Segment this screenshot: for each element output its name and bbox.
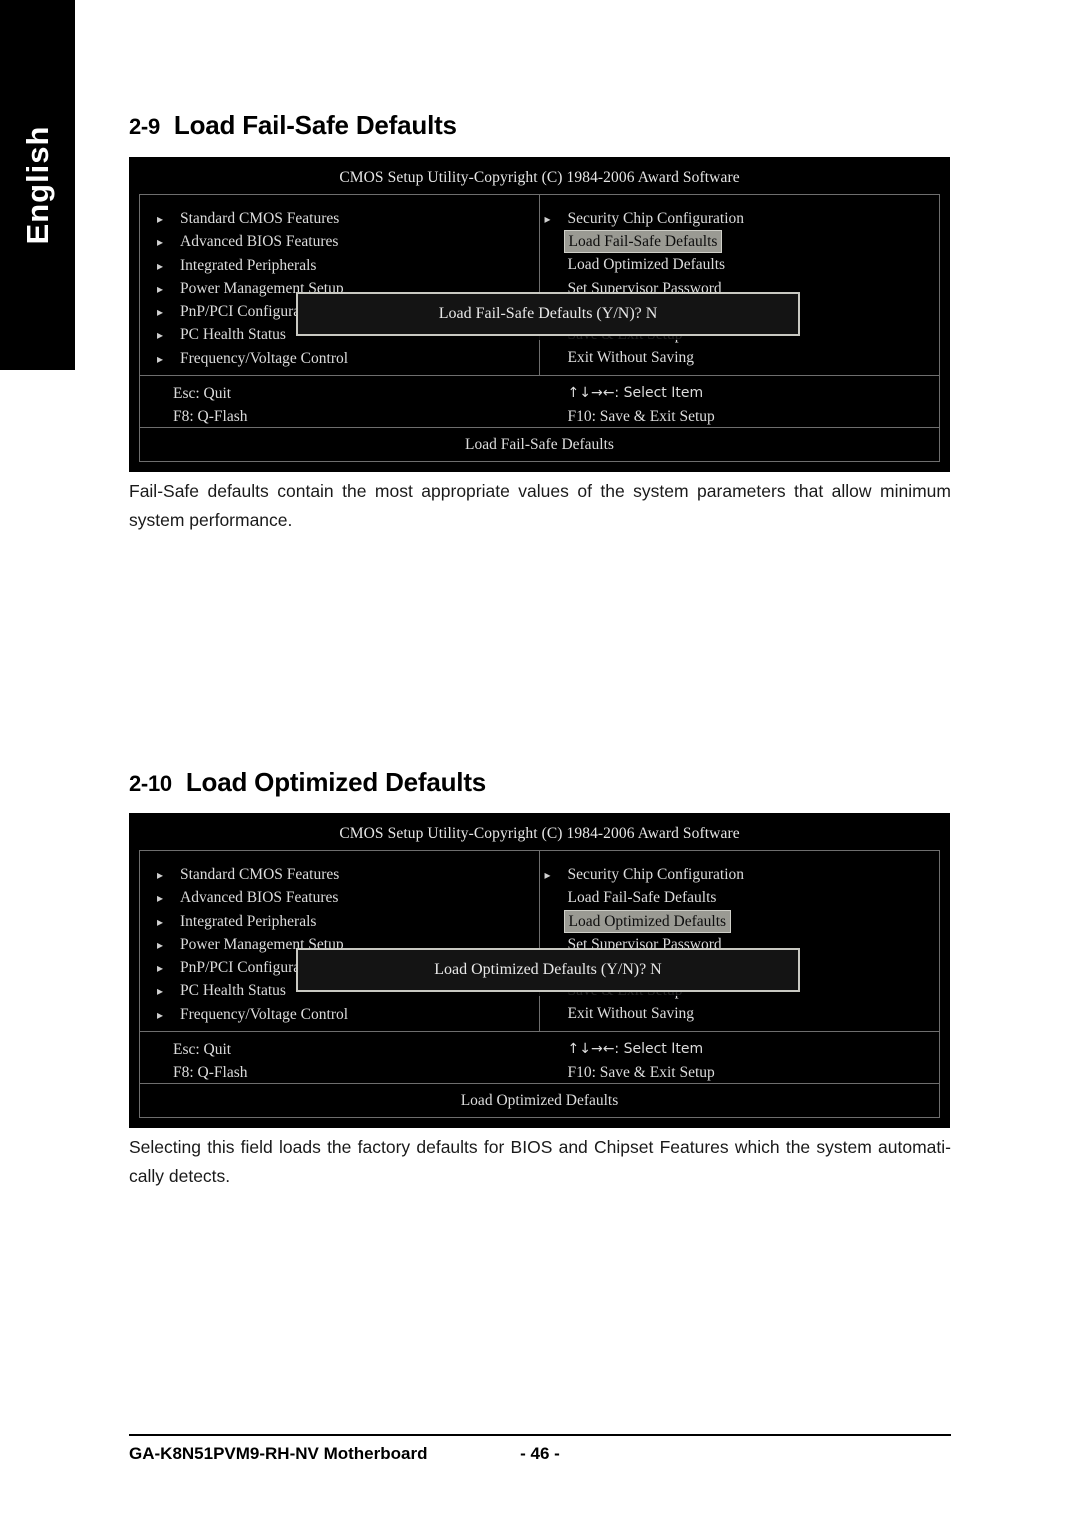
menu-item-label: Standard CMOS Features (180, 210, 340, 227)
bios-screen-fail-safe: CMOS Setup Utility-Copyright (C) 1984-20… (129, 157, 950, 472)
menu-item[interactable]: ▸ Integrated Peripherals (157, 254, 539, 277)
menu-item-label: Load Optimized Defaults (568, 912, 727, 930)
menu-item[interactable]: Exit Without Saving (568, 346, 940, 369)
key-hint: F8: Q-Flash (173, 1064, 248, 1081)
menu-item-label: Standard CMOS Features (180, 866, 340, 883)
bios-keys-area: Esc: Quit F8: Q-Flash ↑↓→←: Select Item … (139, 376, 940, 428)
bullet-icon: ▸ (157, 891, 164, 906)
bios-keys-right: ↑↓→←: Select Item F10: Save & Exit Setup (540, 1032, 940, 1083)
paragraph-2-10: Selecting this field loads the factory d… (129, 1137, 951, 1186)
bullet-icon: ▸ (544, 212, 551, 226)
bullet-icon: ▸ (157, 328, 164, 343)
bios-keys-left: Esc: Quit F8: Q-Flash (140, 1032, 540, 1083)
bios-title: CMOS Setup Utility-Copyright (C) 1984-20… (339, 169, 740, 186)
confirm-dialog-text: Load Optimized Defaults (Y/N)? N (434, 961, 662, 978)
menu-item[interactable]: ▸ Advanced BIOS Features (157, 886, 539, 909)
bullet-icon: ▸ (157, 258, 164, 273)
menu-item[interactable]: ▸ Frequency/Voltage Control (157, 347, 539, 370)
bios-status-bar: Load Fail-Safe Defaults (139, 428, 940, 462)
key-hint: F10: Save & Exit Setup (567, 1064, 715, 1081)
language-tab: English (0, 0, 75, 370)
menu-item-label: PC Health Status (180, 326, 286, 344)
section-heading-2-10: 2-10 Load Optimized Defaults (129, 767, 486, 798)
menu-item[interactable]: ▸ Security Chip Configuration (545, 207, 940, 230)
key-hint: Esc: Quit (173, 385, 232, 402)
menu-item-label: Exit Without Saving (567, 1005, 695, 1023)
footer-divider (129, 1434, 951, 1436)
paragraph-2-9: Fail-Safe defaults contain the most appr… (129, 481, 951, 530)
confirm-dialog-fail-safe[interactable]: Load Fail-Safe Defaults (Y/N)? N (296, 292, 800, 336)
menu-item-label: Load Optimized Defaults (567, 256, 726, 274)
key-hint: Esc: Quit (173, 1041, 232, 1058)
menu-item-selected[interactable]: Load Fail-Safe Defaults (563, 230, 723, 254)
key-hint: F10: Save & Exit Setup (567, 408, 715, 425)
section-number: 2-9 (129, 114, 160, 139)
bullet-icon: ▸ (157, 235, 164, 250)
bullet-icon: ▸ (157, 351, 164, 366)
menu-item[interactable]: ▸ Standard CMOS Features (157, 207, 539, 230)
section-title: Load Fail-Safe Defaults (173, 110, 457, 140)
bios-keys-area: Esc: Quit F8: Q-Flash ↑↓→←: Select Item … (139, 1032, 940, 1084)
section-title: Load Optimized Defaults (185, 767, 487, 797)
menu-item[interactable]: ▸ Advanced BIOS Features (157, 230, 539, 253)
menu-item[interactable]: Load Fail-Safe Defaults (568, 886, 940, 909)
bios-status-text: Load Optimized Defaults (460, 1091, 619, 1109)
menu-item[interactable]: Load Optimized Defaults (568, 253, 940, 276)
menu-item-label: Security Chip Configuration (567, 866, 745, 883)
menu-item[interactable]: ▸ Standard CMOS Features (157, 863, 539, 886)
menu-item-label: Frequency/Voltage Control (180, 1005, 349, 1023)
menu-item[interactable]: Exit Without Saving (568, 1002, 940, 1025)
bios-menu-right: ▸ Security Chip Configuration Load Fail-S… (540, 851, 940, 1031)
menu-item-label: PC Health Status (180, 982, 286, 1000)
menu-item-label: Frequency/Voltage Control (180, 349, 349, 367)
bullet-icon: ▸ (157, 914, 164, 929)
bios-keys-left: Esc: Quit F8: Q-Flash (140, 376, 540, 427)
key-hint-select-item: ↑↓→←: Select Item (567, 385, 704, 401)
bios-menu-area: ▸ Standard CMOS Features ▸ Advanced BIOS F… (139, 194, 940, 376)
bios-status-bar: Load Optimized Defaults (139, 1084, 940, 1118)
key-hint-select-item: ↑↓→←: Select Item (567, 1041, 704, 1057)
bios-menu-left: ▸ Standard CMOS Features ▸ Advanced BIOS F… (140, 195, 540, 375)
bullet-icon: ▸ (157, 1007, 164, 1022)
bullet-icon: ▸ (157, 212, 164, 226)
bullet-icon: ▸ (157, 281, 164, 296)
bullet-icon: ▸ (157, 305, 164, 320)
confirm-dialog-text: Load Fail-Safe Defaults (Y/N)? N (438, 305, 658, 322)
bullet-icon: ▸ (157, 984, 164, 999)
menu-item-label: Exit Without Saving (567, 349, 695, 367)
menu-item-label: Integrated Peripherals (180, 256, 317, 274)
language-tab-label: English (19, 125, 55, 245)
bios-title: CMOS Setup Utility-Copyright (C) 1984-20… (339, 825, 740, 842)
menu-item[interactable]: ▸ Frequency/Voltage Control (157, 1003, 539, 1026)
bios-status-text: Load Fail-Safe Defaults (465, 435, 614, 453)
section-number: 2-10 (129, 771, 172, 796)
menu-item[interactable]: ▸ Integrated Peripherals (157, 910, 539, 933)
bios-menu-area: ▸ Standard CMOS Features ▸ Advanced BIOS F… (139, 850, 940, 1032)
menu-item[interactable]: ▸ Security Chip Configuration (545, 863, 940, 886)
footer-page-number: - 46 - (520, 1444, 560, 1463)
menu-item-label: Integrated Peripherals (180, 912, 317, 930)
bios-menu-left: ▸ Standard CMOS Features ▸ Advanced BIOS F… (140, 851, 540, 1031)
bios-menu-right: ▸ Security Chip Configuration Load Fail-S… (540, 195, 940, 375)
section-heading-2-9: 2-9 Load Fail-Safe Defaults (129, 110, 457, 141)
confirm-dialog-optimized[interactable]: Load Optimized Defaults (Y/N)? N (296, 948, 800, 992)
bullet-icon: ▸ (544, 868, 551, 882)
menu-item-label: Advanced BIOS Features (180, 889, 339, 907)
menu-item-selected[interactable]: Load Optimized Defaults (563, 909, 732, 933)
bios-keys-right: ↑↓→←: Select Item F10: Save & Exit Setup (540, 376, 940, 427)
menu-item-label: Security Chip Configuration (567, 210, 745, 227)
menu-item-label: Advanced BIOS Features (180, 233, 339, 251)
key-hint: F8: Q-Flash (173, 408, 248, 425)
bios-screen-optimized: CMOS Setup Utility-Copyright (C) 1984-20… (129, 813, 950, 1128)
menu-item-label: Load Fail-Safe Defaults (567, 889, 717, 907)
bullet-icon: ▸ (157, 868, 164, 882)
menu-item-label: Load Fail-Safe Defaults (568, 233, 718, 251)
bullet-icon: ▸ (157, 937, 164, 952)
bullet-icon: ▸ (157, 961, 164, 976)
